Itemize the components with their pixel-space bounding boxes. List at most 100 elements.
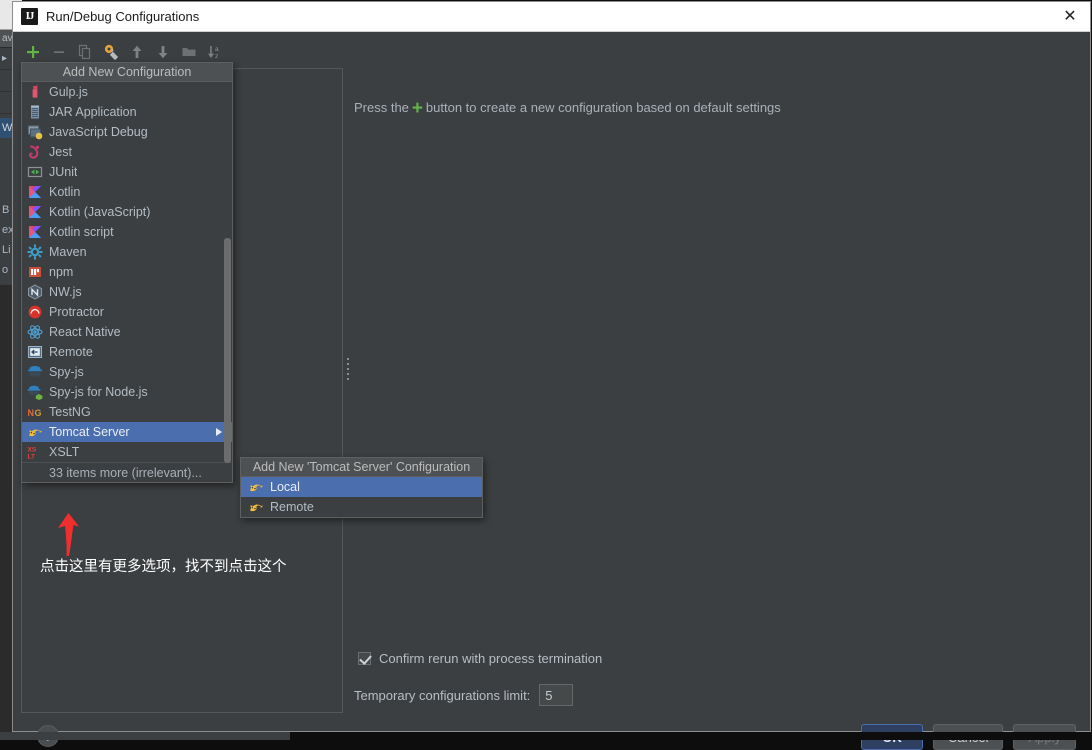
move-up-button[interactable] [125, 40, 149, 64]
popup-item-label: React Native [49, 325, 121, 339]
maven-icon [27, 244, 43, 260]
remote-icon [27, 344, 43, 360]
tomcat-icon [250, 504, 263, 512]
popup-item-junit[interactable]: JUnit [22, 162, 232, 182]
popup-item-label: npm [49, 265, 74, 279]
testng-icon: NG [28, 408, 42, 418]
popup-item-label: JUnit [49, 165, 78, 179]
gulp-icon [32, 85, 38, 98]
plus-icon [27, 46, 39, 58]
more-items-item[interactable]: 33 items more (irrelevant)... [22, 462, 232, 482]
popup-item-jar-application[interactable]: JAR Application [22, 102, 232, 122]
popup-item-javascript-debug[interactable]: JavaScript Debug [22, 122, 232, 142]
sort-alphabetically-button[interactable]: a z [203, 40, 227, 64]
popup-item-xslt[interactable]: XS LT XSLT [22, 442, 232, 462]
popup-item-kotlin-javascript[interactable]: Kotlin (JavaScript) [22, 202, 232, 222]
popup-item-gulp-js[interactable]: Gulp.js [22, 82, 232, 102]
popup-item-label: TestNG [49, 405, 91, 419]
tomcat-icon [250, 484, 263, 492]
testng-icon: NG [27, 404, 43, 420]
popup-item-kotlin[interactable]: Kotlin [22, 182, 232, 202]
temporary-configurations-limit-input[interactable] [539, 684, 574, 706]
remove-configuration-button[interactable] [47, 40, 71, 64]
kotlin-icon [29, 226, 41, 238]
popup-item-label: Tomcat Server [49, 425, 130, 439]
protractor-icon [28, 305, 42, 319]
confirm-rerun-checkbox[interactable] [358, 652, 371, 665]
panel-splitter[interactable] [345, 68, 352, 713]
submenu-header: Add New 'Tomcat Server' Configuration [241, 458, 482, 477]
popup-scrollbar-thumb[interactable] [224, 238, 231, 463]
new-folder-button[interactable] [177, 40, 201, 64]
popup-item-label: Protractor [49, 305, 104, 319]
popup-item-nw-js[interactable]: NW.js [22, 282, 232, 302]
spyjs-node-icon [27, 384, 43, 400]
popup-item-testng[interactable]: N G TestNG [22, 402, 232, 422]
background-ide-statusbar [0, 732, 290, 740]
close-icon[interactable]: ✕ [1060, 7, 1080, 27]
svg-text:LT: LT [28, 454, 36, 461]
popup-item-label: Gulp.js [49, 85, 88, 99]
add-configuration-button[interactable] [21, 40, 45, 64]
popup-item-protractor[interactable]: Protractor [22, 302, 232, 322]
nwjs-icon [27, 284, 43, 300]
folder-icon [182, 48, 196, 56]
submenu-item-local[interactable]: Local [241, 477, 482, 497]
protractor-icon [27, 304, 43, 320]
confirm-rerun-row[interactable]: Confirm rerun with process termination [358, 651, 602, 666]
temporary-configurations-limit-label: Temporary configurations limit: [354, 687, 531, 703]
hint-text-before: Press the [354, 100, 409, 115]
popup-item-maven[interactable]: Maven [22, 242, 232, 262]
spyjs-icon [28, 366, 42, 377]
xslt-icon: XSLT [28, 447, 37, 461]
popup-item-label: Spy-js [49, 365, 84, 379]
edit-templates-button[interactable] [99, 40, 123, 64]
react-native-icon [27, 324, 43, 340]
popup-item-spy-js[interactable]: Spy-js [22, 362, 232, 382]
kotlin-icon [27, 184, 43, 200]
popup-item-tomcat-server[interactable]: Tomcat Server [22, 422, 232, 442]
kotlin-icon [29, 206, 41, 218]
react-native-icon [27, 325, 43, 339]
kotlin-icon [27, 204, 43, 220]
dialog-title: Run/Debug Configurations [46, 9, 200, 24]
popup-item-spy-js-for-node-js[interactable]: Spy-js for Node.js [22, 382, 232, 402]
gulp-icon [27, 84, 43, 100]
npm-icon [27, 264, 43, 280]
popup-header: Add New Configuration [22, 63, 232, 82]
popup-item-react-native[interactable]: React Native [22, 322, 232, 342]
popup-item-jest[interactable]: Jest [22, 142, 232, 162]
junit-icon [27, 164, 43, 180]
jest-icon [27, 144, 43, 160]
copy-configuration-button[interactable] [73, 40, 97, 64]
popup-item-label: Maven [49, 245, 87, 259]
popup-item-label: Kotlin (JavaScript) [49, 205, 151, 219]
tomcat-icon [29, 429, 42, 437]
popup-item-label: Kotlin script [49, 225, 114, 239]
run-debug-configurations-dialog: Run/Debug Configurations ✕ [12, 1, 1091, 750]
svg-text:XS: XS [28, 447, 37, 454]
submenu-item-remote[interactable]: Remote [241, 497, 482, 517]
spyjs-node-icon [27, 385, 43, 400]
move-down-button[interactable] [151, 40, 175, 64]
xslt-icon: XSLT [27, 444, 43, 461]
add-new-configuration-popup: Add New Configuration Gulp.js JAR Applica… [21, 62, 233, 483]
jar-icon [27, 104, 43, 120]
popup-item-label: Kotlin [49, 185, 81, 199]
tomcat-icon [248, 479, 264, 495]
popup-item-label: Remote [49, 345, 93, 359]
popup-item-kotlin-script[interactable]: Kotlin script [22, 222, 232, 242]
tomcat-server-submenu: Add New 'Tomcat Server' Configuration Lo… [240, 457, 483, 518]
jest-icon [29, 145, 40, 159]
submenu-item-label: Local [270, 480, 300, 494]
plus-icon: + [411, 97, 423, 119]
sort-az-icon: a z [208, 46, 219, 60]
intellij-idea-icon [21, 8, 38, 25]
chevron-right-icon [216, 428, 222, 436]
popup-item-npm[interactable]: npm [22, 262, 232, 282]
tomcat-icon [27, 424, 43, 440]
popup-item-remote[interactable]: Remote [22, 342, 232, 362]
remote-icon [28, 346, 42, 358]
npm-icon [29, 267, 41, 277]
popup-item-label: Spy-js for Node.js [49, 385, 148, 399]
